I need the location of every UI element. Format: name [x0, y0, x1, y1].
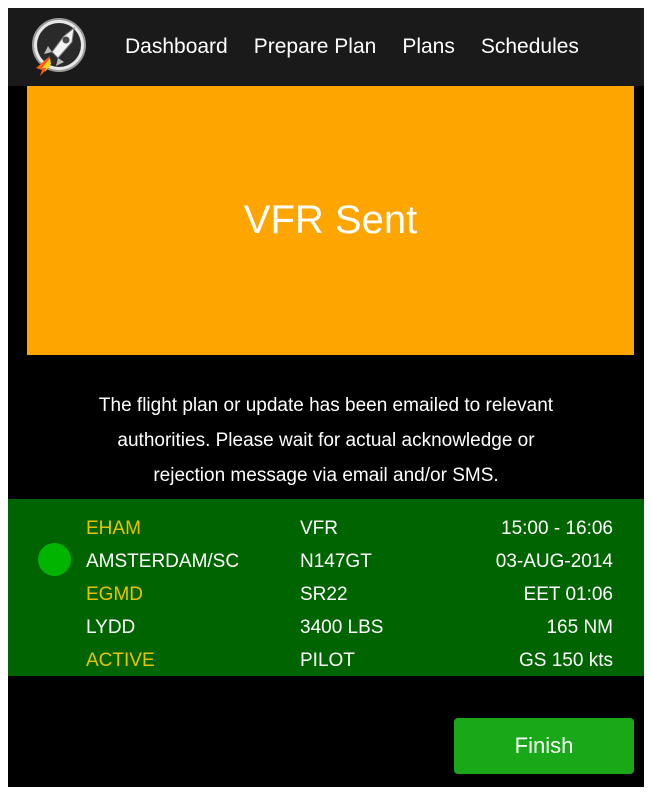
nav-item-dashboard[interactable]: Dashboard [125, 35, 228, 59]
nav-item-plans[interactable]: Plans [402, 35, 455, 59]
message-line: authorities. Please wait for actual ackn… [117, 430, 535, 451]
departure-code: EHAM [86, 518, 141, 539]
navbar: Dashboard Prepare Plan Plans Schedules [8, 8, 644, 86]
nav-menu: Dashboard Prepare Plan Plans Schedules [125, 8, 605, 86]
plan-state: ACTIVE [86, 650, 155, 671]
status-panel: VFR Sent [27, 86, 634, 355]
status-title: VFR Sent [243, 198, 418, 242]
departure-name: AMSTERDAM/SC [86, 551, 240, 572]
estimated-enroute-time: EET 01:06 [523, 584, 613, 605]
message-line: rejection message via email and/or SMS. [153, 465, 499, 486]
nav-item-prepare-plan[interactable]: Prepare Plan [254, 35, 377, 59]
message-line: The flight plan or update has been email… [98, 395, 554, 416]
time-window: 15:00 - 16:06 [501, 518, 613, 539]
finish-button[interactable]: Finish [454, 718, 634, 774]
aircraft-type: SR22 [300, 584, 348, 605]
destination-name: LYDD [86, 617, 136, 638]
plan-timing-column: 15:00 - 16:06 03-AUG-2014 EET 01:06 165 … [408, 512, 613, 677]
app-window: Dashboard Prepare Plan Plans Schedules V… [8, 8, 644, 787]
plan-route-column: EHAM AMSTERDAM/SC EGMD LYDD ACTIVE [86, 512, 239, 677]
ground-speed: GS 150 kts [519, 650, 613, 671]
confirmation-message: The flight plan or update has been email… [8, 388, 644, 493]
rocket-logo-icon[interactable] [28, 16, 86, 78]
aircraft-weight: 3400 LBS [300, 617, 384, 638]
destination-code: EGMD [86, 584, 143, 605]
plan-aircraft-column: VFR N147GT SR22 3400 LBS PILOT [300, 512, 383, 677]
flight-rules: VFR [300, 518, 338, 539]
crew-role: PILOT [300, 650, 355, 671]
route-distance: 165 NM [546, 617, 613, 638]
status-indicator-icon [38, 543, 71, 576]
aircraft-registration: N147GT [300, 551, 372, 572]
flight-date: 03-AUG-2014 [495, 551, 613, 572]
nav-item-schedules[interactable]: Schedules [481, 35, 579, 59]
